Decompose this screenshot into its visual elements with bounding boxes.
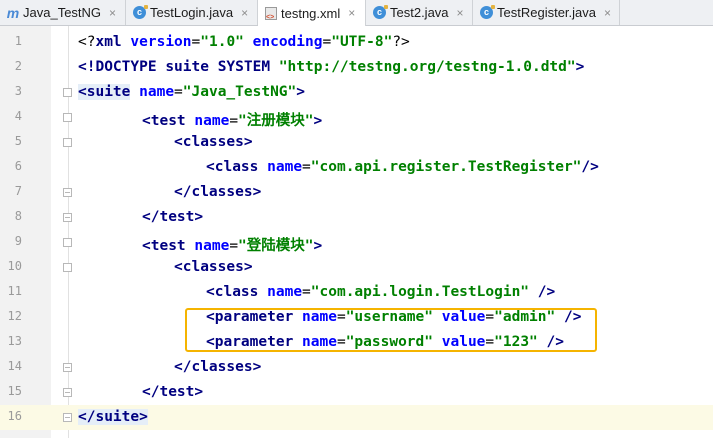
fold-end-icon[interactable] [63,413,72,422]
line-number: 6 [14,159,22,173]
code-line[interactable]: 4 <test name="注册模块"> [0,105,713,130]
code-line[interactable]: 5 <classes> [0,130,713,155]
code-text: <classes> [174,134,253,150]
line-number: 2 [14,59,22,73]
line-number: 1 [14,34,22,48]
line-number: 14 [7,359,22,373]
close-icon[interactable]: × [348,6,355,20]
fold-end-icon[interactable] [63,213,72,222]
code-line[interactable]: 14 </classes> [0,355,713,380]
line-number: 12 [7,309,22,323]
code-line[interactable]: 9 <test name="登陆模块"> [0,230,713,255]
fold-end-icon[interactable] [63,388,72,397]
tab-label: Test2.java [390,5,449,20]
close-icon[interactable]: × [109,6,116,20]
editor-tab-bar: m Java_TestNG × c TestLogin.java × testn… [0,0,713,26]
code-text: <parameter name="password" value="123" /… [206,334,564,350]
module-icon: m [6,4,20,21]
tab-label: TestRegister.java [497,5,596,20]
code-text: </classes> [174,359,262,375]
close-icon[interactable]: × [604,6,611,20]
java-class-icon: c [373,5,388,19]
tab-testregister-java[interactable]: c TestRegister.java × [473,0,620,25]
line-number: 9 [14,234,22,248]
fold-end-icon[interactable] [63,188,72,197]
java-class-icon: c [133,5,148,19]
code-text: <?xml version="1.0" encoding="UTF-8"?> [78,34,410,50]
line-number: 13 [7,334,22,348]
code-text: </test> [142,209,204,225]
code-text: <test name="注册模块"> [142,113,323,129]
code-line[interactable]: 3 <suite name="Java_TestNG"> [0,80,713,105]
code-line[interactable]: 8 </test> [0,205,713,230]
line-number: 10 [7,259,22,273]
line-number: 16 [7,409,22,423]
fold-toggle-icon[interactable] [63,88,72,97]
tab-testng-xml[interactable]: testng.xml × [258,0,366,26]
tab-label: Java_TestNG [23,5,102,20]
code-line[interactable]: 1 <?xml version="1.0" encoding="UTF-8"?> [0,30,713,55]
line-number: 15 [7,384,22,398]
close-icon[interactable]: × [457,6,464,20]
code-text: </suite> [78,409,148,425]
line-number: 7 [14,184,22,198]
tab-label: testng.xml [281,5,341,21]
code-line[interactable]: 2 <!DOCTYPE suite SYSTEM "http://testng.… [0,55,713,80]
code-line[interactable]: 10 <classes> [0,255,713,280]
code-text: <class name="com.api.register.TestRegist… [206,159,599,175]
fold-toggle-icon[interactable] [63,238,72,247]
java-class-icon: c [480,5,495,19]
line-number: 3 [14,84,22,98]
close-icon[interactable]: × [241,6,248,20]
fold-toggle-icon[interactable] [63,263,72,272]
code-text: <!DOCTYPE suite SYSTEM "http://testng.or… [78,59,585,75]
fold-end-icon[interactable] [63,363,72,372]
tab-java-testng[interactable]: m Java_TestNG × [0,0,126,25]
line-number: 8 [14,209,22,223]
code-line[interactable]: 6 <class name="com.api.register.TestRegi… [0,155,713,180]
code-line[interactable]: 12 <parameter name="username" value="adm… [0,305,713,330]
fold-toggle-icon[interactable] [63,138,72,147]
tab-testlogin-java[interactable]: c TestLogin.java × [126,0,258,25]
code-line[interactable]: 13 <parameter name="password" value="123… [0,330,713,355]
code-line[interactable]: 7 </classes> [0,180,713,205]
tab-test2-java[interactable]: c Test2.java × [366,0,473,25]
line-number: 5 [14,134,22,148]
code-text: </classes> [174,184,262,200]
code-text: <classes> [174,259,253,275]
xml-file-icon [265,6,277,21]
code-text: <parameter name="username" value="admin"… [206,309,582,325]
code-line-current[interactable]: 16 </suite> [0,405,713,430]
code-text: </test> [142,384,204,400]
code-editor[interactable]: 1 <?xml version="1.0" encoding="UTF-8"?>… [0,26,713,438]
line-number: 4 [14,109,22,123]
code-text: <suite name="Java_TestNG"> [78,84,306,100]
fold-toggle-icon[interactable] [63,113,72,122]
code-line[interactable]: 15 </test> [0,380,713,405]
tab-label: TestLogin.java [150,5,234,20]
code-text: <class name="com.api.login.TestLogin" /> [206,284,556,300]
line-number: 11 [7,284,22,298]
code-line[interactable]: 11 <class name="com.api.login.TestLogin"… [0,280,713,305]
code-text: <test name="登陆模块"> [142,238,323,254]
